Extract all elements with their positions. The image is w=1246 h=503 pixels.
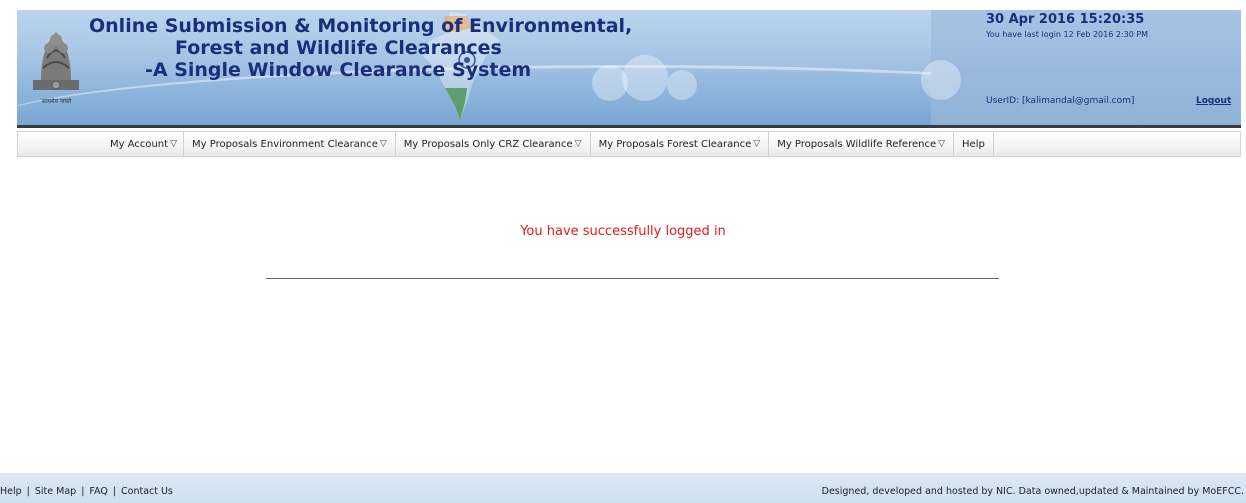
decorative-bubble xyxy=(667,70,697,100)
nav-environment-clearance[interactable]: My Proposals Environment Clearance ▽ xyxy=(184,132,396,156)
title-line-1: Online Submission & Monitoring of Enviro… xyxy=(89,15,633,37)
dropdown-arrow-icon: ▽ xyxy=(753,139,761,149)
footer-link-site-map[interactable]: Site Map xyxy=(35,486,76,497)
footer-separator: | xyxy=(81,486,85,497)
nav-wildlife-reference[interactable]: My Proposals Wildlife Reference ▽ xyxy=(769,132,955,156)
dropdown-arrow-icon: ▽ xyxy=(379,139,387,149)
footer-credit: Designed, developed and hosted by NIC. D… xyxy=(821,486,1244,497)
nav-help[interactable]: Help xyxy=(954,132,994,156)
nav-label: My Proposals Environment Clearance xyxy=(192,138,378,150)
nav-label: Help xyxy=(962,138,985,150)
emblem-caption: सत्यमेव जयते xyxy=(41,98,72,105)
site-title: Online Submission & Monitoring of Enviro… xyxy=(89,15,649,81)
nav-forest-clearance[interactable]: My Proposals Forest Clearance ▽ xyxy=(591,132,770,156)
footer-links: Help | Site Map | FAQ | Contact Us xyxy=(0,486,173,497)
nav-label: My Proposals Only CRZ Clearance xyxy=(403,138,573,150)
nav-label: My Account xyxy=(109,138,169,150)
user-info-panel: 30 Apr 2016 15:20:35 You have last login… xyxy=(921,10,1241,125)
logout-link[interactable]: Logout xyxy=(1196,96,1231,106)
nav-label: My Proposals Wildlife Reference xyxy=(777,138,937,150)
dropdown-arrow-icon: ▽ xyxy=(170,139,177,149)
user-id-text: UserID: [kalimandal@gmail.com] xyxy=(986,96,1135,106)
dropdown-arrow-icon: ▽ xyxy=(938,139,946,149)
footer-separator: | xyxy=(26,486,30,497)
footer-separator: | xyxy=(112,486,116,497)
site-header: सत्यमेव जयते Online Submission & Monitor… xyxy=(17,10,1241,125)
content-divider xyxy=(266,278,999,279)
header-divider xyxy=(17,125,1241,128)
nav-crz-clearance[interactable]: My Proposals Only CRZ Clearance ▽ xyxy=(396,132,591,156)
site-footer: Help | Site Map | FAQ | Contact Us Designed, d… xyxy=(0,473,1246,503)
footer-link-contact-us[interactable]: Contact Us xyxy=(121,486,173,497)
footer-link-faq[interactable]: FAQ xyxy=(89,486,107,497)
decorative-bubble xyxy=(921,60,961,100)
main-navigation: My Account ▽ My Proposals Environment Cl… xyxy=(17,131,1241,157)
footer-link-help[interactable]: Help xyxy=(0,486,22,497)
nav-my-account[interactable]: My Account ▽ xyxy=(18,132,184,156)
login-success-message: You have successfully logged in xyxy=(520,224,726,239)
nav-label: My Proposals Forest Clearance xyxy=(598,138,752,150)
current-datetime: 30 Apr 2016 15:20:35 xyxy=(986,12,1145,27)
dropdown-arrow-icon: ▽ xyxy=(574,139,582,149)
last-login-text: You have last login 12 Feb 2016 2:30 PM xyxy=(986,30,1149,39)
title-line-2: Forest and Wildlife Clearances xyxy=(175,37,502,59)
title-line-3: -A Single Window Clearance System xyxy=(145,59,532,81)
